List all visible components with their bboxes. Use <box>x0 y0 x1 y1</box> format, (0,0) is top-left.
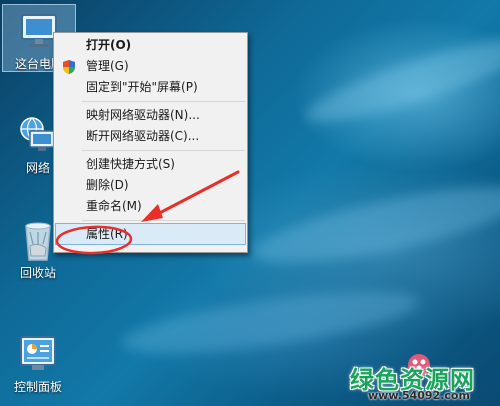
wallpaper-streak <box>118 279 422 366</box>
menu-item-label: 管理(G) <box>86 59 129 73</box>
menu-separator <box>82 220 245 221</box>
menu-item-rename[interactable]: 重命名(M) <box>54 196 247 217</box>
menu-item-manage[interactable]: 管理(G) <box>54 56 247 77</box>
desktop-icon-label: 回收站 <box>19 266 56 280</box>
menu-item-properties[interactable]: 属性(R) <box>55 223 246 245</box>
wallpaper-streak <box>299 23 500 137</box>
menu-item-create-shortcut[interactable]: 创建快捷方式(S) <box>54 154 247 175</box>
uac-shield-icon <box>61 59 77 75</box>
menu-item-label: 断开网络驱动器(C)... <box>86 129 200 143</box>
network-icon <box>18 115 58 155</box>
wallpaper-streak <box>247 171 500 279</box>
menu-item-label: 打开(O) <box>86 38 132 52</box>
watermark: 绿色资源网 www.54092.com <box>348 354 498 404</box>
menu-item-label: 删除(D) <box>86 178 129 192</box>
menu-separator <box>82 150 245 151</box>
context-menu: 打开(O) 管理(G) 固定到"开始"屏幕(P) 映射网络驱动器(N)... 断… <box>53 32 248 253</box>
menu-item-label: 属性(R) <box>86 227 128 241</box>
menu-item-label: 创建快捷方式(S) <box>86 157 175 171</box>
menu-item-label: 固定到"开始"屏幕(P) <box>86 80 198 94</box>
menu-item-map-network-drive[interactable]: 映射网络驱动器(N)... <box>54 105 247 126</box>
menu-item-delete[interactable]: 删除(D) <box>54 175 247 196</box>
menu-separator <box>82 101 245 102</box>
menu-item-label: 映射网络驱动器(N)... <box>86 108 200 122</box>
desktop-icon-control-panel[interactable]: 控制面板 <box>2 334 74 395</box>
desktop-icon-label: 控制面板 <box>13 380 62 394</box>
menu-item-pin-to-start[interactable]: 固定到"开始"屏幕(P) <box>54 77 247 98</box>
desktop[interactable]: 这台电脑 网络 回收站 控制面板 打开(O) 管理(G) 固定到"开始"屏幕(P… <box>0 0 500 406</box>
menu-item-open[interactable]: 打开(O) <box>54 35 247 56</box>
control-panel-icon <box>18 334 58 374</box>
recycle-bin-icon <box>18 220 58 261</box>
menu-item-disconnect-network-drive[interactable]: 断开网络驱动器(C)... <box>54 126 247 147</box>
watermark-url: www.54092.com <box>368 389 470 402</box>
menu-item-label: 重命名(M) <box>86 199 142 213</box>
